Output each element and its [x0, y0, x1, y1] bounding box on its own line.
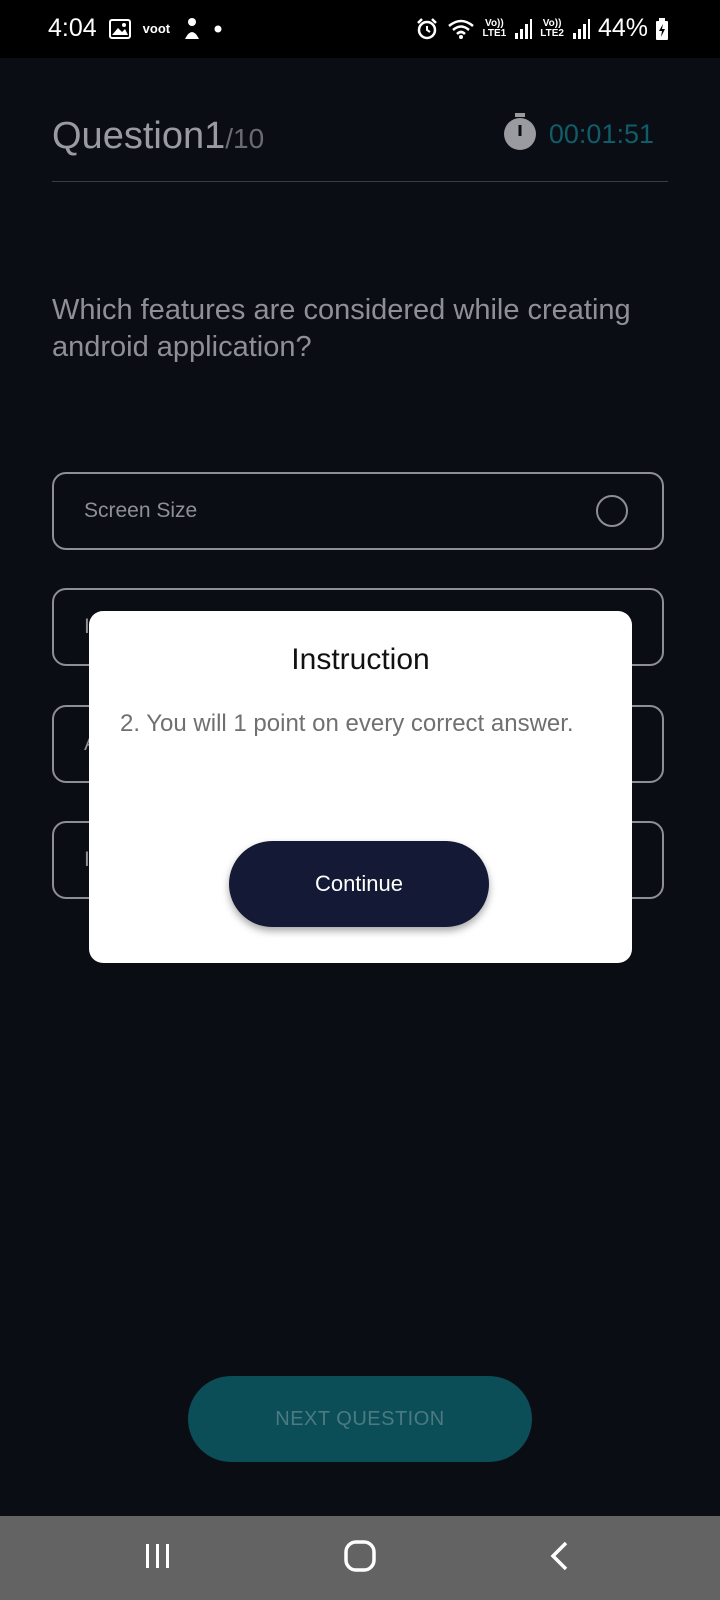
- back-icon: [548, 1540, 572, 1576]
- next-question-button[interactable]: NEXT QUESTION: [188, 1376, 532, 1462]
- stopwatch-icon: [503, 113, 537, 155]
- network-lte2-label: Vo)) LTE2: [540, 17, 564, 39]
- recent-apps-icon: [143, 1542, 173, 1574]
- alarm-icon: [415, 17, 439, 41]
- header-divider: [52, 181, 668, 182]
- dialog-title: Instruction: [291, 643, 430, 676]
- instruction-dialog: Instruction 2. You will 1 point on every…: [89, 611, 632, 963]
- battery-percent: 44%: [597, 14, 648, 42]
- signal-icon: [572, 18, 590, 39]
- timer-text: 00:01:51: [548, 118, 654, 149]
- app-notification-icon: [182, 17, 202, 41]
- question-counter: Question1/10: [52, 115, 264, 158]
- option-label: Screen Size: [84, 499, 198, 522]
- back-button[interactable]: [530, 1534, 590, 1582]
- status-time: 4:04: [48, 14, 97, 42]
- network-lte1-label: Vo)) LTE1: [482, 17, 507, 39]
- battery-charging-icon: [656, 17, 668, 40]
- option-1[interactable]: Screen Size: [52, 472, 664, 550]
- timer: 00:01:51: [503, 113, 654, 155]
- question-text: Which features are considered while crea…: [52, 294, 631, 363]
- radio-button[interactable]: [596, 495, 628, 527]
- navigation-bar: [0, 1516, 720, 1600]
- dialog-body: 2. You will 1 point on every correct ans…: [120, 710, 574, 737]
- status-bar: 4:04 voot Vo)) LTE1 Vo)) LTE2 44%: [0, 0, 720, 58]
- continue-button[interactable]: Continue: [229, 841, 489, 927]
- gallery-icon: [108, 18, 131, 39]
- question-number: Question1: [52, 115, 226, 157]
- voot-icon: voot: [142, 21, 171, 36]
- wifi-icon: [447, 18, 475, 40]
- home-button[interactable]: [330, 1534, 390, 1582]
- home-icon: [343, 1539, 377, 1577]
- recent-apps-button[interactable]: [128, 1534, 188, 1582]
- question-total: /10: [225, 123, 265, 154]
- signal-icon: [514, 18, 533, 39]
- dot-icon: [214, 25, 222, 33]
